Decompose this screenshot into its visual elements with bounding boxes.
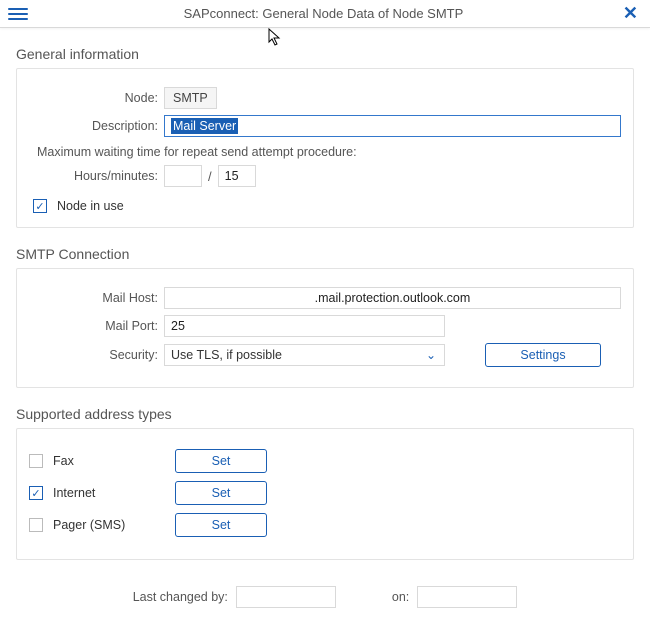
general-info-group: Node: SMTP Description: Mail Server Maxi…	[16, 68, 634, 228]
internet-set-button[interactable]: Set	[175, 481, 267, 505]
minutes-input[interactable]	[218, 165, 256, 187]
pager-label: Pager (SMS)	[53, 518, 145, 532]
mail-port-input[interactable]	[164, 315, 445, 337]
smtp-connection-title: SMTP Connection	[16, 246, 634, 262]
address-type-row: ✓ Pager (SMS) Set	[29, 513, 621, 537]
pager-set-button[interactable]: Set	[175, 513, 267, 537]
on-input[interactable]	[417, 586, 517, 608]
fax-set-button[interactable]: Set	[175, 449, 267, 473]
internet-checkbox[interactable]: ✓	[29, 486, 43, 500]
footer: Last changed by: on:	[16, 586, 634, 608]
node-value: SMTP	[164, 87, 217, 109]
pager-checkbox[interactable]: ✓	[29, 518, 43, 532]
chevron-down-icon: ⌄	[426, 348, 436, 362]
description-input[interactable]: Mail Server	[164, 115, 621, 137]
security-select-value: Use TLS, if possible	[171, 348, 282, 362]
node-in-use-label: Node in use	[57, 199, 124, 213]
smtp-connection-group: Mail Host: Mail Port: Security: Use TLS,…	[16, 268, 634, 388]
window-title: SAPconnect: General Node Data of Node SM…	[28, 6, 619, 21]
hours-minutes-label: Hours/minutes:	[29, 169, 164, 183]
cursor-pointer-icon	[268, 28, 284, 48]
time-separator: /	[208, 169, 212, 184]
settings-button[interactable]: Settings	[485, 343, 601, 367]
last-changed-by-input[interactable]	[236, 586, 336, 608]
fax-label: Fax	[53, 454, 145, 468]
internet-label: Internet	[53, 486, 145, 500]
security-select[interactable]: Use TLS, if possible ⌄	[164, 344, 445, 366]
on-label: on:	[392, 590, 409, 604]
mail-host-label: Mail Host:	[29, 291, 164, 305]
waiting-time-note: Maximum waiting time for repeat send att…	[37, 145, 621, 159]
node-label: Node:	[29, 91, 164, 105]
hours-input[interactable]	[164, 165, 202, 187]
mail-host-input[interactable]	[164, 287, 621, 309]
address-type-row: ✓ Internet Set	[29, 481, 621, 505]
supported-address-types-group: ✓ Fax Set ✓ Internet Set ✓ Pager (SMS) S…	[16, 428, 634, 560]
close-icon[interactable]: ✕	[619, 3, 642, 24]
security-label: Security:	[29, 348, 164, 362]
mail-port-label: Mail Port:	[29, 319, 164, 333]
last-changed-by-label: Last changed by:	[133, 590, 228, 604]
fax-checkbox[interactable]: ✓	[29, 454, 43, 468]
general-info-title: General information	[16, 46, 634, 62]
supported-address-types-title: Supported address types	[16, 406, 634, 422]
hamburger-menu-icon[interactable]	[8, 8, 28, 20]
titlebar: SAPconnect: General Node Data of Node SM…	[0, 0, 650, 28]
address-type-row: ✓ Fax Set	[29, 449, 621, 473]
description-label: Description:	[29, 119, 164, 133]
node-in-use-checkbox[interactable]: ✓	[33, 199, 47, 213]
